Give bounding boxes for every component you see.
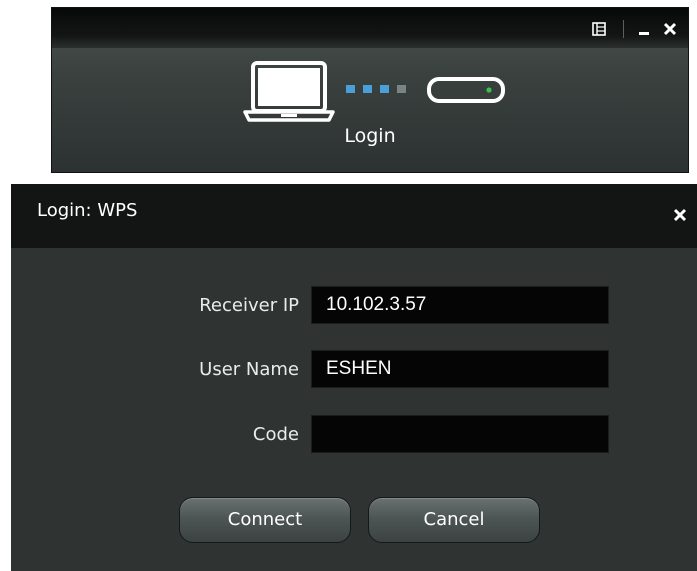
login-dialog: Login: WPS Receiver IP User Name Code Co…	[11, 184, 697, 571]
dialog-title: Login: WPS	[37, 200, 138, 221]
dialog-titlebar: Login: WPS	[11, 184, 697, 248]
connect-button[interactable]: Connect	[179, 497, 351, 543]
minimize-icon[interactable]	[634, 19, 654, 39]
user-name-row: User Name	[11, 350, 611, 390]
code-label: Code	[252, 424, 299, 445]
menu-icon[interactable]	[589, 19, 609, 39]
connection-status-label: Login	[344, 125, 396, 147]
cancel-button[interactable]: Cancel	[368, 497, 540, 543]
receiver-ip-label: Receiver IP	[199, 295, 299, 316]
receiver-ip-input[interactable]	[311, 286, 609, 324]
receiver-ip-row: Receiver IP	[11, 286, 611, 326]
connection-diagram: Login	[52, 48, 688, 172]
status-window: Login	[51, 7, 689, 173]
receiver-device-icon	[427, 77, 507, 107]
controls-divider	[623, 20, 624, 38]
progress-dot	[380, 85, 389, 93]
dialog-close-icon[interactable]	[669, 204, 691, 226]
laptop-icon	[241, 60, 339, 128]
connection-progress-dots	[346, 85, 414, 93]
user-name-label: User Name	[199, 359, 299, 380]
status-window-titlebar	[52, 8, 688, 48]
code-row: Code	[11, 415, 611, 455]
progress-dot	[346, 85, 355, 93]
window-controls	[589, 19, 680, 39]
progress-dot	[363, 85, 372, 93]
close-icon[interactable]	[660, 19, 680, 39]
user-name-input[interactable]	[311, 350, 609, 388]
progress-dot	[397, 85, 406, 93]
code-input[interactable]	[311, 415, 609, 453]
